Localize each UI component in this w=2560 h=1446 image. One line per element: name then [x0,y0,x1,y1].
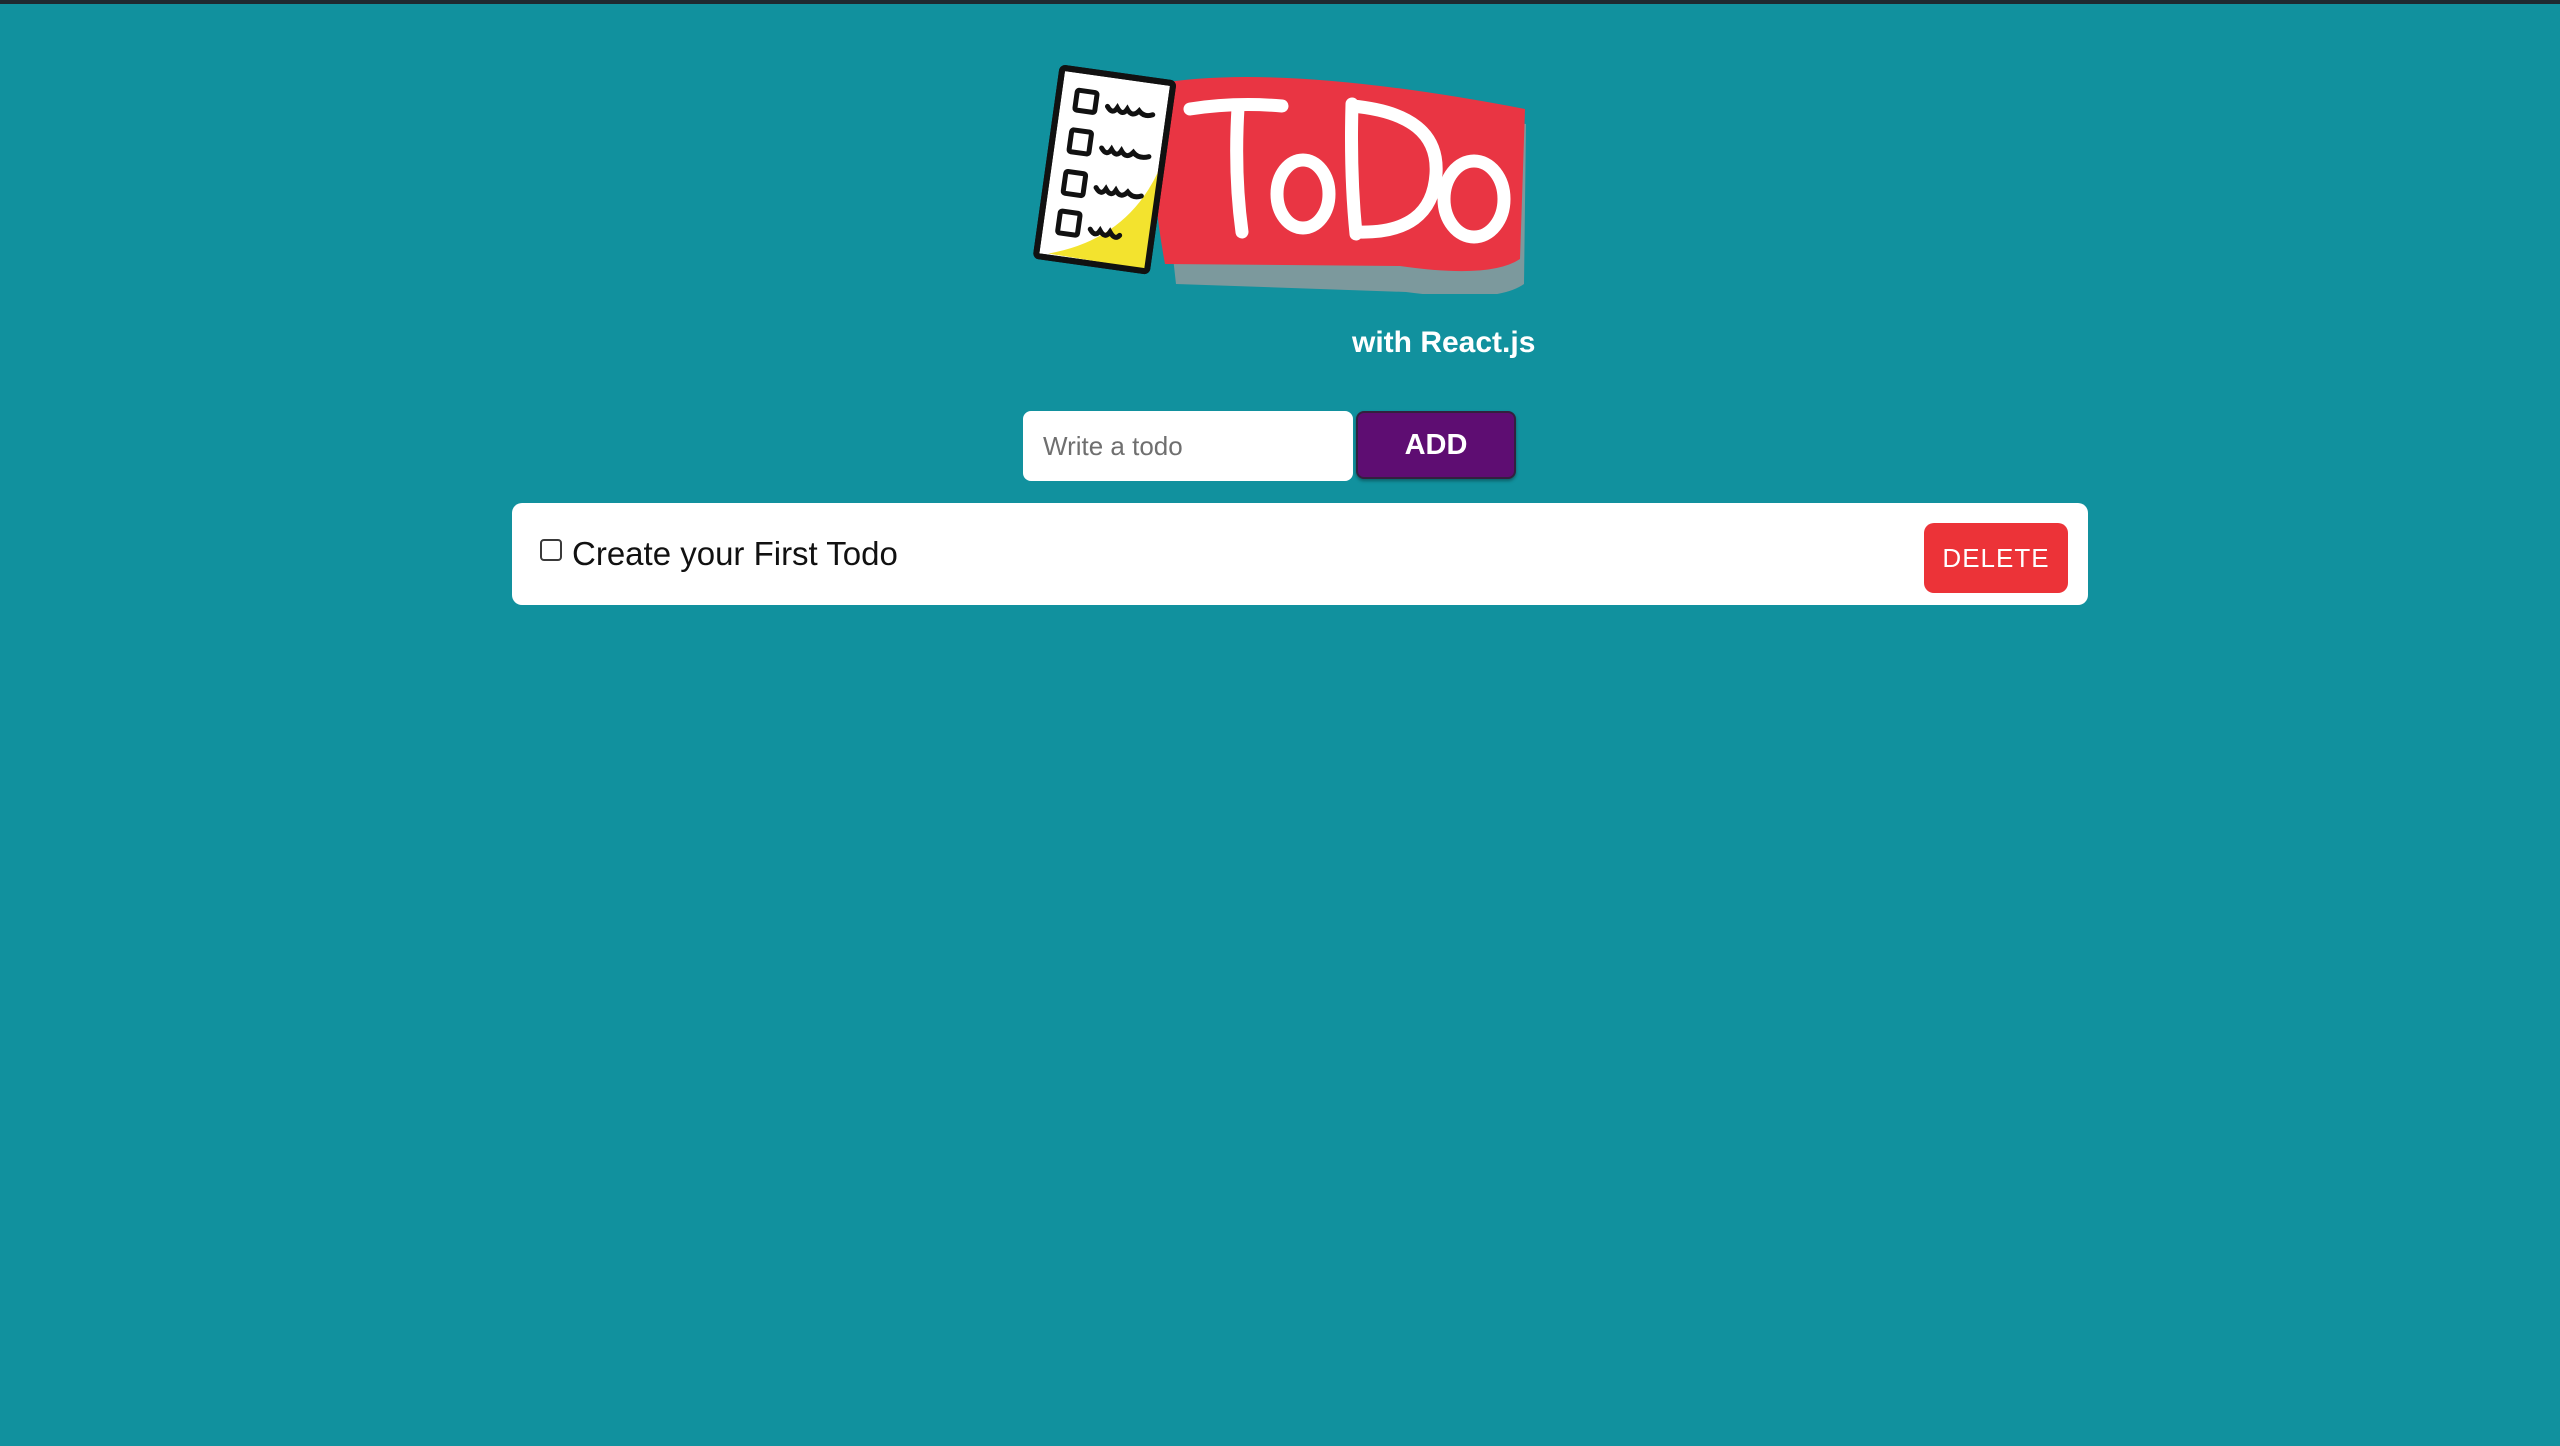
todo-logo-image [1033,65,1526,297]
add-todo-button[interactable]: ADD [1356,411,1516,479]
todo-list: Create your First Todo DELETE [512,503,2088,605]
delete-todo-button[interactable]: DELETE [1924,523,2068,593]
todo-item: Create your First Todo DELETE [512,503,2088,605]
app-subtitle: with React.js [1352,326,1536,359]
todo-checkbox[interactable] [540,539,562,561]
todo-input[interactable] [1023,411,1353,481]
todo-text: Create your First Todo [572,535,898,572]
todo-logo [1020,64,1540,297]
window-top-border [0,0,2560,4]
